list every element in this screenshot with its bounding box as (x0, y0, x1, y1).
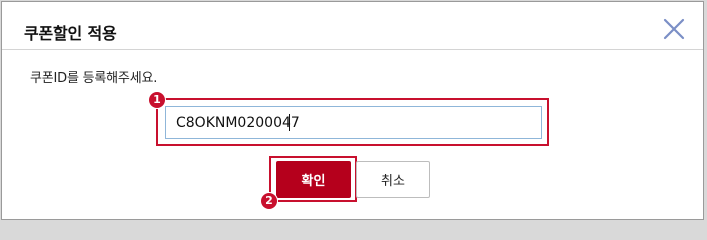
cancel-button[interactable]: 취소 (356, 161, 430, 198)
dialog-title: 쿠폰할인 적용 (24, 24, 117, 43)
step-badge-2: 2 (261, 193, 277, 209)
text-cursor (289, 114, 290, 131)
close-button[interactable] (663, 18, 685, 40)
coupon-instruction: 쿠폰ID를 등록해주세요. (30, 71, 158, 86)
header-divider (2, 49, 703, 50)
close-icon (663, 18, 685, 40)
confirm-button[interactable]: 확인 (276, 161, 351, 198)
coupon-id-input[interactable] (165, 106, 542, 139)
step-badge-1: 1 (149, 92, 165, 108)
